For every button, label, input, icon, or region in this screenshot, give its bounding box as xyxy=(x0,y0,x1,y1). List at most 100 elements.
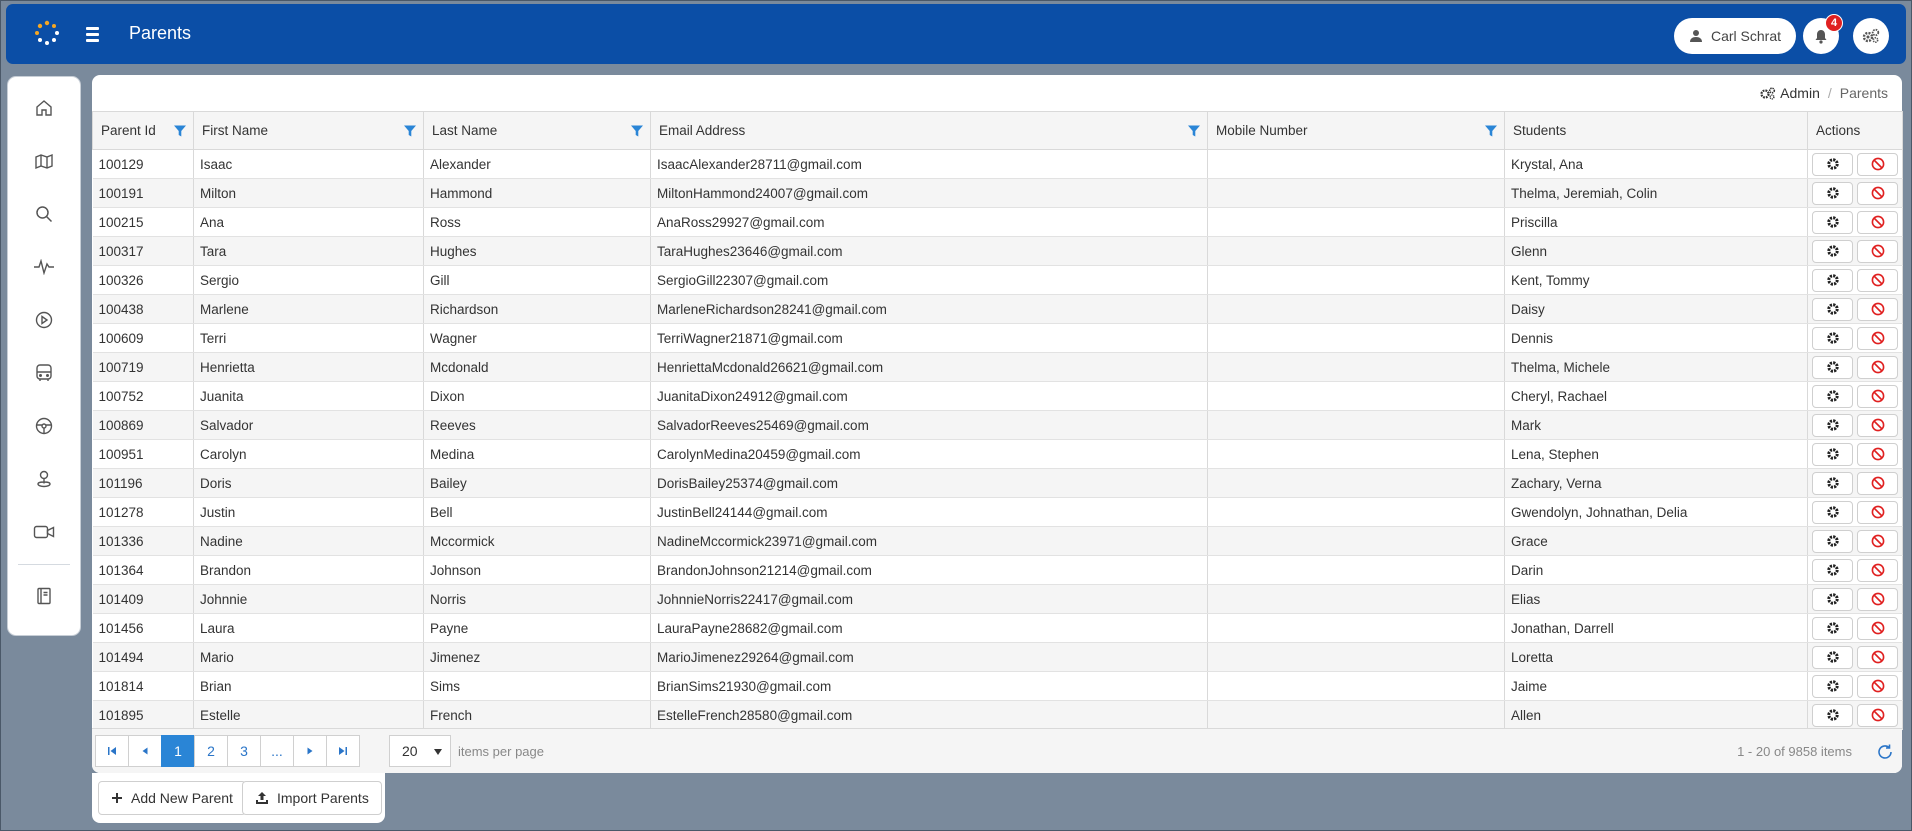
disable-parent-button[interactable] xyxy=(1857,413,1898,437)
edit-parent-button[interactable] xyxy=(1812,210,1853,234)
filter-icon[interactable] xyxy=(173,124,187,138)
prev-page-button[interactable] xyxy=(128,735,162,767)
table-row[interactable]: 100129 Isaac Alexander IsaacAlexander28711@… xyxy=(92,149,1903,179)
edit-parent-button[interactable] xyxy=(1812,355,1853,379)
disable-parent-button[interactable] xyxy=(1857,384,1898,408)
nav-home[interactable] xyxy=(8,88,80,128)
last-page-button[interactable] xyxy=(326,735,360,767)
nav-reports[interactable] xyxy=(8,576,80,616)
disable-parent-button[interactable] xyxy=(1857,703,1898,727)
disable-parent-button[interactable] xyxy=(1857,297,1898,321)
edit-parent-button[interactable] xyxy=(1812,239,1853,263)
table-row[interactable]: 100752 Juanita Dixon JuanitaDixon24912@gmai… xyxy=(92,381,1903,411)
edit-parent-button[interactable] xyxy=(1812,645,1853,669)
disable-parent-button[interactable] xyxy=(1857,268,1898,292)
table-row[interactable]: 100326 Sergio Gill SergioGill22307@gmail.co… xyxy=(92,265,1903,295)
table-row[interactable]: 100215 Ana Ross AnaRoss29927@gmail.com Prisc… xyxy=(92,207,1903,237)
nav-search[interactable] xyxy=(8,194,80,234)
table-row[interactable]: 101336 Nadine Mccormick NadineMccormick2397… xyxy=(92,526,1903,556)
page-button[interactable]: 1 xyxy=(161,735,195,767)
more-pages-button[interactable]: ... xyxy=(260,735,294,767)
edit-parent-button[interactable] xyxy=(1812,471,1853,495)
disable-parent-button[interactable] xyxy=(1857,355,1898,379)
edit-parent-button[interactable] xyxy=(1812,297,1853,321)
nav-playback[interactable] xyxy=(8,300,80,340)
edit-parent-button[interactable] xyxy=(1812,384,1853,408)
nav-driving[interactable] xyxy=(8,406,80,446)
disable-parent-button[interactable] xyxy=(1857,181,1898,205)
disable-parent-button[interactable] xyxy=(1857,442,1898,466)
table-row[interactable]: 100191 Milton Hammond MiltonHammond24007@gm… xyxy=(92,178,1903,208)
column-header-email[interactable]: Email Address xyxy=(650,111,1208,150)
disable-parent-button[interactable] xyxy=(1857,674,1898,698)
table-row[interactable]: 101409 Johnnie Norris JohnnieNorris22417@gm… xyxy=(92,584,1903,614)
notifications-button[interactable]: 4 xyxy=(1803,14,1843,54)
edit-parent-button[interactable] xyxy=(1812,616,1853,640)
nav-stops[interactable] xyxy=(8,459,80,499)
disable-parent-button[interactable] xyxy=(1857,152,1898,176)
edit-parent-button[interactable] xyxy=(1812,181,1853,205)
filter-icon[interactable] xyxy=(630,124,644,138)
edit-parent-button[interactable] xyxy=(1812,558,1853,582)
table-row[interactable]: 100438 Marlene Richardson MarleneRichardson… xyxy=(92,294,1903,324)
edit-parent-button[interactable] xyxy=(1812,326,1853,350)
column-header-parent-id[interactable]: Parent Id xyxy=(92,111,194,150)
column-header-students[interactable]: Students xyxy=(1504,111,1808,150)
table-row[interactable]: 100719 Henrietta Mcdonald HenriettaMcdonald… xyxy=(92,352,1903,382)
ban-icon xyxy=(1871,331,1884,345)
filter-icon[interactable] xyxy=(1484,124,1498,138)
column-header-first-name[interactable]: First Name xyxy=(193,111,424,150)
hamburger-menu-icon[interactable] xyxy=(86,24,106,44)
disable-parent-button[interactable] xyxy=(1857,239,1898,263)
next-page-button[interactable] xyxy=(293,735,327,767)
disable-parent-button[interactable] xyxy=(1857,558,1898,582)
table-row[interactable]: 101364 Brandon Johnson BrandonJohnson21214@… xyxy=(92,555,1903,585)
table-row[interactable]: 101494 Mario Jimenez MarioJimenez29264@gmai… xyxy=(92,642,1903,672)
add-new-parent-button[interactable]: Add New Parent xyxy=(98,781,246,815)
column-header-last-name[interactable]: Last Name xyxy=(423,111,651,150)
items-per-page-select[interactable]: 20 xyxy=(389,735,451,767)
table-row[interactable]: 100951 Carolyn Medina CarolynMedina20459@gm… xyxy=(92,439,1903,469)
disable-parent-button[interactable] xyxy=(1857,326,1898,350)
edit-parent-button[interactable] xyxy=(1812,268,1853,292)
edit-parent-button[interactable] xyxy=(1812,587,1853,611)
table-row[interactable]: 101456 Laura Payne LauraPayne28682@gmail.co… xyxy=(92,613,1903,643)
nav-activity[interactable] xyxy=(8,247,80,287)
filter-icon[interactable] xyxy=(1187,124,1201,138)
nav-map[interactable] xyxy=(8,141,80,181)
user-menu-button[interactable]: Carl Schrat xyxy=(1674,18,1796,54)
nav-video[interactable] xyxy=(8,512,80,552)
edit-parent-button[interactable] xyxy=(1812,674,1853,698)
app-logo-icon[interactable] xyxy=(32,18,62,48)
table-row[interactable]: 100317 Tara Hughes TaraHughes23646@gmail.co… xyxy=(92,236,1903,266)
page-button[interactable]: 2 xyxy=(194,735,228,767)
disable-parent-button[interactable] xyxy=(1857,645,1898,669)
edit-parent-button[interactable] xyxy=(1812,500,1853,524)
table-row[interactable]: 101895 Estelle French EstelleFrench28580@gm… xyxy=(92,700,1903,730)
edit-parent-button[interactable] xyxy=(1812,703,1853,727)
table-row[interactable]: 101814 Brian Sims BrianSims21930@gmail.com J… xyxy=(92,671,1903,701)
first-page-button[interactable] xyxy=(95,735,129,767)
breadcrumb-admin[interactable]: Admin xyxy=(1760,85,1820,101)
settings-button[interactable] xyxy=(1853,18,1889,54)
table-row[interactable]: 101278 Justin Bell JustinBell24144@gmail.co… xyxy=(92,497,1903,527)
edit-parent-button[interactable] xyxy=(1812,529,1853,553)
import-parents-button[interactable]: Import Parents xyxy=(242,781,382,815)
refresh-icon[interactable] xyxy=(1876,743,1894,761)
disable-parent-button[interactable] xyxy=(1857,471,1898,495)
disable-parent-button[interactable] xyxy=(1857,529,1898,553)
column-header-mobile[interactable]: Mobile Number xyxy=(1207,111,1505,150)
disable-parent-button[interactable] xyxy=(1857,210,1898,234)
disable-parent-button[interactable] xyxy=(1857,587,1898,611)
page-button[interactable]: 3 xyxy=(227,735,261,767)
disable-parent-button[interactable] xyxy=(1857,616,1898,640)
disable-parent-button[interactable] xyxy=(1857,500,1898,524)
table-row[interactable]: 101196 Doris Bailey DorisBailey25374@gmail.… xyxy=(92,468,1903,498)
edit-parent-button[interactable] xyxy=(1812,413,1853,437)
edit-parent-button[interactable] xyxy=(1812,152,1853,176)
nav-bus[interactable] xyxy=(8,353,80,393)
edit-parent-button[interactable] xyxy=(1812,442,1853,466)
filter-icon[interactable] xyxy=(403,124,417,138)
table-row[interactable]: 100609 Terri Wagner TerriWagner21871@gmail.… xyxy=(92,323,1903,353)
table-row[interactable]: 100869 Salvador Reeves SalvadorReeves25469@… xyxy=(92,410,1903,440)
